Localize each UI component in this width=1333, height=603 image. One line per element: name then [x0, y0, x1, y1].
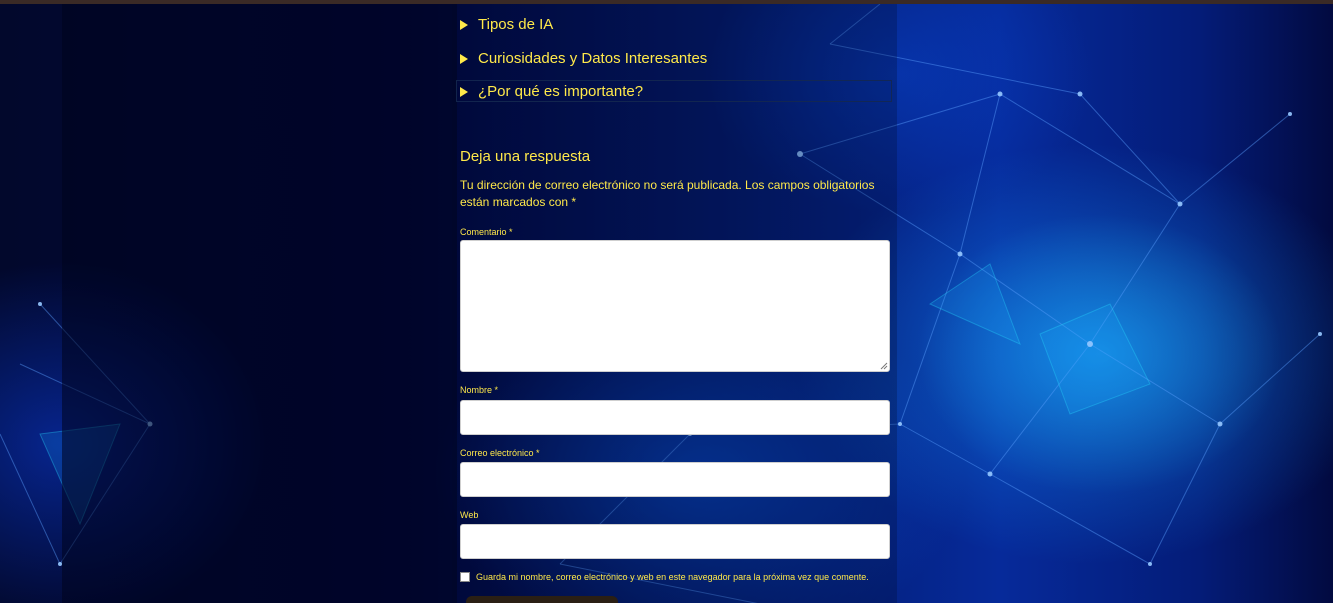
- disclosure-triangle-icon: [460, 53, 468, 64]
- comment-label: Comentario *: [460, 227, 513, 237]
- email-input[interactable]: [460, 462, 890, 497]
- accordion-item-tipos-de-ia[interactable]: Tipos de IA: [460, 16, 553, 33]
- main-content-column: Tipos de IA Curiosidades y Datos Interes…: [452, 4, 897, 603]
- accordion-item-label: Curiosidades y Datos Interesantes: [478, 50, 708, 67]
- disclosure-triangle-icon: [460, 19, 468, 30]
- accordion-item-label: Tipos de IA: [478, 16, 554, 33]
- accordion-item-curiosidades[interactable]: Curiosidades y Datos Interesantes: [460, 50, 707, 67]
- web-label: Web: [460, 510, 479, 520]
- save-consent-row[interactable]: Guarda mi nombre, correo electrónico y w…: [460, 572, 869, 582]
- accordion-item-label: ¿Por qué es importante?: [478, 83, 644, 100]
- submit-button[interactable]: [466, 596, 618, 603]
- comment-form-title: Deja una respuesta: [460, 148, 591, 165]
- disclosure-triangle-icon: [460, 86, 468, 97]
- name-input[interactable]: [460, 400, 890, 435]
- left-dark-panel: [62, 4, 457, 603]
- comment-textarea[interactable]: [460, 240, 890, 372]
- name-label: Nombre *: [460, 385, 499, 395]
- save-consent-label: Guarda mi nombre, correo electrónico y w…: [476, 572, 869, 582]
- resize-handle-icon[interactable]: [880, 362, 888, 370]
- accordion-item-por-que-es-importante[interactable]: ¿Por qué es importante?: [460, 83, 643, 100]
- comment-form-notice: Tu dirección de correo electrónico no se…: [460, 178, 875, 209]
- web-input[interactable]: [460, 524, 890, 559]
- save-consent-checkbox[interactable]: [460, 572, 470, 582]
- email-label: Correo electrónico *: [460, 448, 540, 458]
